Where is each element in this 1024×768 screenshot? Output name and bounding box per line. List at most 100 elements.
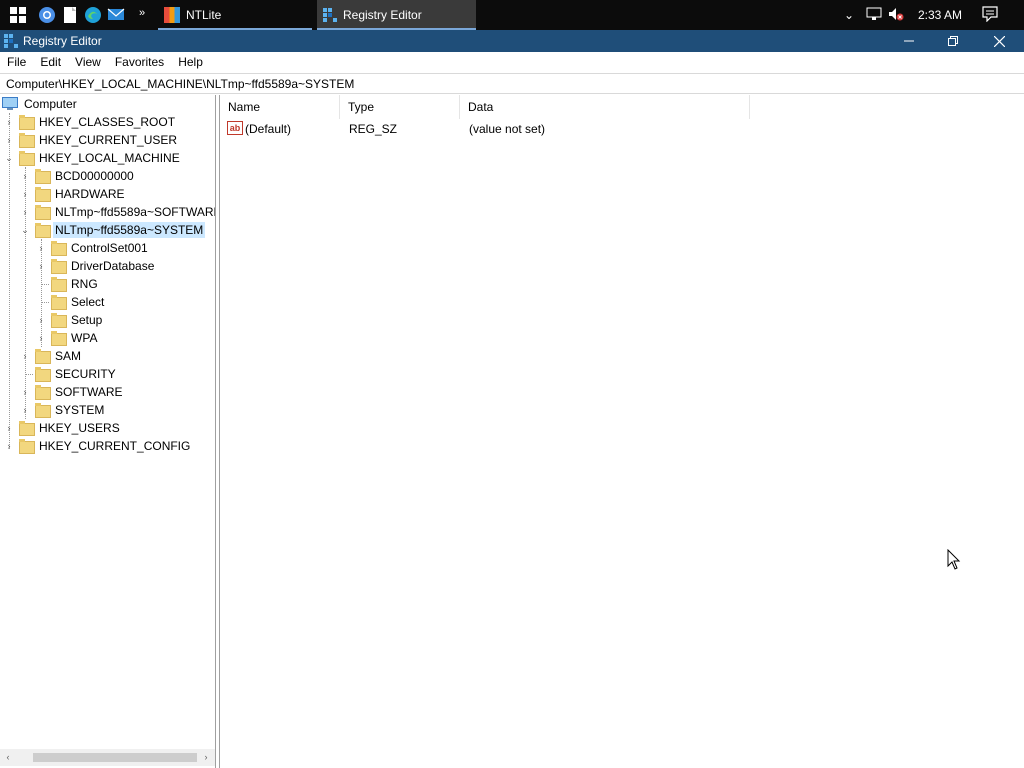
volume-muted-icon[interactable] (888, 7, 904, 24)
clock[interactable]: 2:33 AM (918, 8, 962, 22)
value-row[interactable]: ab (Default) REG_SZ (value not set) (220, 119, 750, 139)
scroll-left-arrow-icon[interactable]: ‹ (2, 751, 14, 763)
tree-label: HARDWARE (55, 187, 125, 201)
menu-file[interactable]: File (0, 55, 33, 69)
taskbar-task-registry-editor[interactable]: Registry Editor (317, 0, 476, 30)
tree-label: HKEY_USERS (39, 421, 120, 435)
chevron-right-icon[interactable]: › (19, 404, 31, 416)
tree-node-setup[interactable]: › Setup (35, 311, 104, 329)
chevron-right-icon[interactable]: › (3, 422, 15, 434)
folder-icon (19, 439, 35, 454)
value-name: (Default) (245, 122, 292, 136)
chevron-right-icon[interactable]: › (19, 350, 31, 362)
column-header-name[interactable]: Name (220, 95, 340, 119)
values-list[interactable]: Name Type Data ab (Default) REG_SZ (valu… (219, 95, 1024, 768)
menu-help[interactable]: Help (171, 55, 210, 69)
folder-icon (19, 133, 35, 148)
mouse-cursor-icon (947, 548, 961, 571)
tree-node-rng[interactable]: RNG (35, 275, 100, 293)
tree-label: NLTmp~ffd5589a~SYSTEM (53, 222, 206, 238)
chevron-overflow-icon[interactable]: » (132, 3, 152, 23)
address-bar[interactable]: Computer\HKEY_LOCAL_MACHINE\NLTmp~ffd558… (0, 73, 1024, 94)
menu-favorites[interactable]: Favorites (108, 55, 171, 69)
tree-node-software[interactable]: › SOFTWARE (19, 383, 125, 401)
tree-node-hkey-classes-root[interactable]: › HKEY_CLASSES_ROOT (3, 113, 177, 131)
tree-node-security[interactable]: SECURITY (19, 365, 118, 383)
registry-tree[interactable]: Computer › HKEY_CLASSES_ROOT › HKEY_CURR… (0, 95, 216, 768)
computer-icon (2, 97, 18, 111)
windows-start-icon[interactable] (8, 5, 28, 25)
tree-label: BCD00000000 (55, 169, 134, 183)
chevron-right-icon[interactable]: › (3, 134, 15, 146)
tree-node-nltmp-software[interactable]: › NLTmp~ffd5589a~SOFTWARE (19, 203, 215, 221)
folder-icon (51, 259, 67, 274)
chevron-right-icon[interactable]: › (3, 116, 15, 128)
chevron-right-icon[interactable]: › (35, 314, 47, 326)
tree-label: SOFTWARE (55, 385, 123, 399)
menu-edit[interactable]: Edit (33, 55, 68, 69)
taskbar: » NTLite Registry Editor ⌄ 2:33 AM (0, 0, 1024, 30)
menu-bar: File Edit View Favorites Help (0, 52, 1024, 72)
tree-label: DriverDatabase (71, 259, 155, 273)
folder-icon (19, 151, 35, 166)
tree-node-hkey-local-machine[interactable]: ⌄ HKEY_LOCAL_MACHINE (3, 149, 182, 167)
tree-node-sam[interactable]: › SAM (19, 347, 83, 365)
chevron-right-icon[interactable]: › (19, 386, 31, 398)
folder-icon (51, 313, 67, 328)
tree-label: HKEY_LOCAL_MACHINE (39, 151, 180, 165)
taskbar-task-ntlite[interactable]: NTLite (158, 0, 312, 30)
chevron-right-icon[interactable]: › (35, 242, 47, 254)
chevron-right-icon[interactable]: › (19, 206, 31, 218)
document-icon[interactable] (60, 5, 80, 25)
column-header-label: Data (468, 100, 494, 114)
tree-node-hardware[interactable]: › HARDWARE (19, 185, 127, 203)
folder-icon (35, 187, 51, 202)
action-center-icon[interactable] (982, 5, 998, 25)
chevron-right-icon[interactable]: › (19, 170, 31, 182)
folder-icon (19, 115, 35, 130)
tree-node-wpa[interactable]: › WPA (35, 329, 99, 347)
menu-view[interactable]: View (68, 55, 108, 69)
window-titlebar[interactable]: Registry Editor (0, 30, 1024, 52)
tree-node-controlset001[interactable]: › ControlSet001 (35, 239, 150, 257)
tree-node-driverdatabase[interactable]: › DriverDatabase (35, 257, 156, 275)
tree-label: HKEY_CURRENT_CONFIG (39, 439, 191, 453)
registry-editor-icon (323, 8, 337, 22)
chevron-down-icon[interactable]: ⌄ (19, 224, 31, 236)
tree-horizontal-scrollbar[interactable]: ‹ › (0, 749, 215, 766)
chevron-right-icon[interactable]: › (35, 260, 47, 272)
column-header-data[interactable]: Data (460, 95, 750, 119)
registry-editor-icon (4, 34, 18, 48)
scroll-right-arrow-icon[interactable]: › (200, 751, 212, 763)
edge-icon[interactable] (83, 5, 103, 25)
scrollbar-thumb[interactable] (33, 753, 197, 762)
tree-node-bcd[interactable]: › BCD00000000 (19, 167, 136, 185)
chevron-right-icon[interactable]: › (35, 332, 47, 344)
minimize-button[interactable] (886, 30, 932, 52)
folder-icon (35, 403, 51, 418)
tree-node-hkey-current-config[interactable]: › HKEY_CURRENT_CONFIG (3, 437, 192, 455)
column-header-type[interactable]: Type (340, 95, 460, 119)
chevron-right-icon[interactable]: › (19, 188, 31, 200)
folder-icon (35, 205, 51, 220)
ntlite-icon (164, 7, 180, 23)
mail-icon[interactable] (106, 5, 126, 25)
network-icon[interactable] (866, 7, 882, 24)
browser-icon[interactable] (37, 5, 57, 25)
tree-label: WPA (71, 331, 98, 345)
show-hidden-icons-chevron-icon[interactable]: ⌄ (842, 8, 856, 22)
tree-node-select[interactable]: Select (35, 293, 106, 311)
close-button[interactable] (976, 30, 1022, 52)
tree-node-hkey-users[interactable]: › HKEY_USERS (3, 419, 122, 437)
address-path[interactable]: Computer\HKEY_LOCAL_MACHINE\NLTmp~ffd558… (6, 77, 354, 91)
chevron-down-icon[interactable]: ⌄ (3, 152, 15, 164)
tree-label: RNG (71, 277, 98, 291)
tree-node-computer[interactable]: Computer (2, 95, 79, 113)
tree-node-nltmp-system[interactable]: ⌄ NLTmp~ffd5589a~SYSTEM (19, 221, 206, 239)
tree-node-hkey-current-user[interactable]: › HKEY_CURRENT_USER (3, 131, 179, 149)
folder-icon (35, 367, 51, 382)
chevron-right-icon[interactable]: › (3, 440, 15, 452)
folder-icon (51, 241, 67, 256)
tree-node-system[interactable]: › SYSTEM (19, 401, 106, 419)
restore-button[interactable] (930, 30, 976, 52)
